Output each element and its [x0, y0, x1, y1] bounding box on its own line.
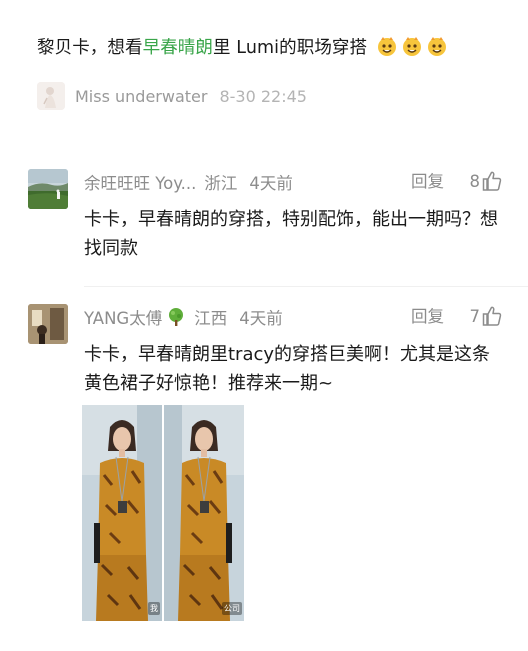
- post-title-rest: 里 Lumi的职场穿搭: [213, 38, 368, 58]
- comment-meta: 余旺旺旺 Yoy... 浙江 4天前 回复 8: [84, 169, 502, 195]
- sparkle-face-emoji-icon: [377, 37, 396, 56]
- like-count: 7: [469, 307, 481, 326]
- post-title-text: 黎贝卡，想看: [37, 38, 143, 58]
- image-watermark: 公司: [222, 602, 242, 615]
- post-title: 黎贝卡，想看早春晴朗里 Lumi的职场穿搭: [37, 34, 448, 62]
- comment-image[interactable]: 我 公司: [82, 405, 244, 621]
- image-watermark: 我: [148, 602, 160, 615]
- comment-page: 黎贝卡，想看早春晴朗里 Lumi的职场穿搭 Miss underwater 8-…: [0, 0, 528, 651]
- post-author-name[interactable]: Miss underwater: [75, 87, 207, 106]
- commenter-avatar-image: [28, 304, 68, 344]
- comment-text: 卡卡，早春晴朗里tracy的穿搭巨美啊！尤其是这条黄色裙子好惊艳！推荐来一期~: [84, 344, 491, 394]
- post-author-row: Miss underwater 8-30 22:45: [37, 82, 307, 110]
- woman-yellow-dress-photo: [164, 405, 244, 621]
- commenter-avatar-image: [28, 169, 68, 209]
- avatar[interactable]: [37, 82, 65, 110]
- author-avatar-image: [37, 82, 65, 110]
- post-title-highlight[interactable]: 早春晴朗: [143, 38, 213, 58]
- comment-text: 卡卡，早春晴朗的穿搭，特别配饰，能出一期吗？想找同款: [84, 209, 498, 259]
- commenter-location: 浙江: [204, 174, 238, 193]
- commenter-name[interactable]: YANG太傅: [84, 305, 162, 329]
- avatar[interactable]: [28, 169, 68, 209]
- like-count: 8: [469, 172, 481, 191]
- reply-button[interactable]: 回复: [411, 304, 444, 330]
- commenter-location: 江西: [194, 309, 228, 328]
- reply-button[interactable]: 回复: [411, 169, 444, 195]
- photo-panel: 我: [82, 405, 162, 621]
- comment-item: 余旺旺旺 Yoy... 浙江 4天前 回复 8 卡卡，早春晴朗的穿搭，特别配饰，…: [28, 169, 502, 269]
- thumbs-up-icon[interactable]: [482, 305, 502, 327]
- divider: [84, 286, 528, 287]
- sparkle-face-emoji-icon: [402, 37, 421, 56]
- photo-panel: 公司: [164, 405, 244, 621]
- post-timestamp: 8-30 22:45: [219, 86, 307, 106]
- tree-emoji-icon: [169, 308, 184, 326]
- sparkle-face-emoji-icon: [427, 37, 446, 56]
- comment-meta: YANG太傅 江西 4天前 回复 7: [84, 304, 502, 330]
- thumbs-up-icon[interactable]: [482, 170, 502, 192]
- avatar[interactable]: [28, 304, 68, 344]
- comment-time: 4天前: [239, 309, 283, 328]
- commenter-name[interactable]: 余旺旺旺 Yoy...: [84, 170, 196, 194]
- comment-time: 4天前: [249, 174, 293, 193]
- woman-yellow-dress-photo: [82, 405, 162, 621]
